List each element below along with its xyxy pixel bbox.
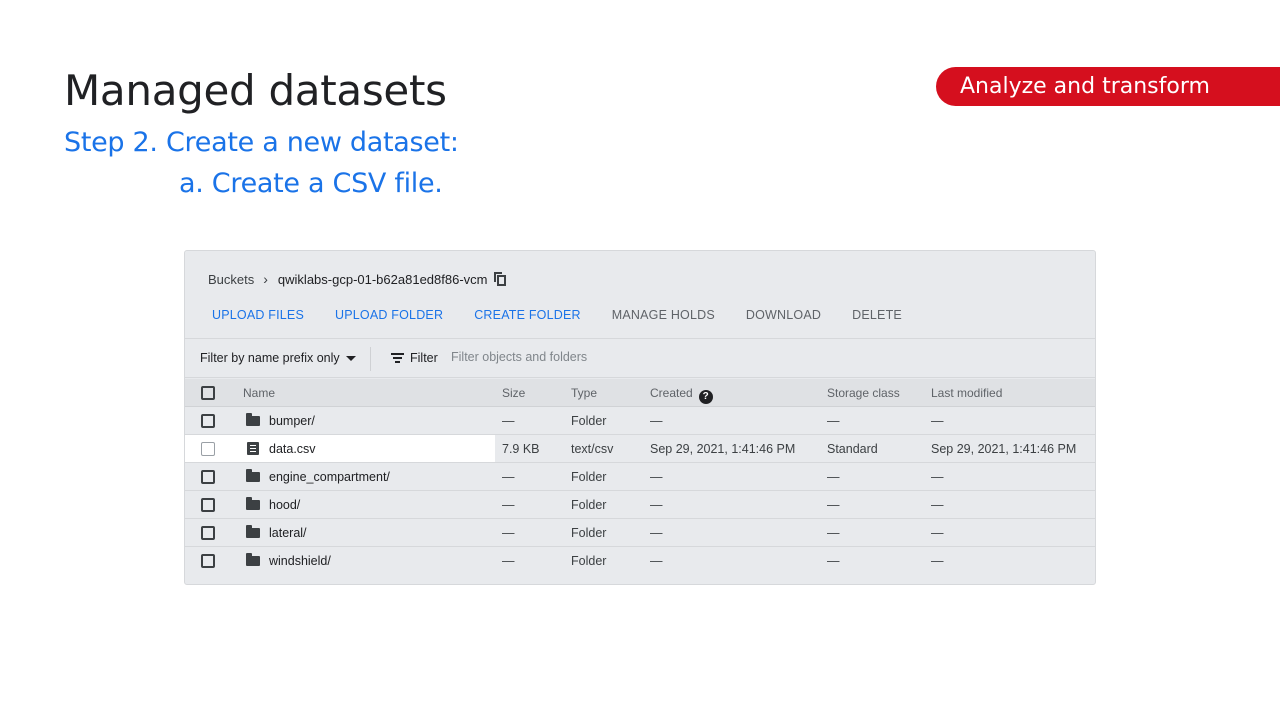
row-type: text/csv — [571, 442, 614, 456]
row-storage-class: — — [827, 470, 840, 484]
row-size: — — [502, 470, 515, 484]
copy-icon[interactable] — [494, 272, 507, 286]
manage-holds-button[interactable]: MANAGE HOLDS — [612, 308, 715, 322]
row-last-modified: — — [931, 554, 944, 568]
row-last-modified: — — [931, 526, 944, 540]
select-all-checkbox[interactable] — [201, 386, 215, 400]
filter-mode-dropdown[interactable]: Filter by name prefix only — [200, 351, 356, 365]
row-storage-class: — — [827, 554, 840, 568]
folder-icon — [246, 413, 260, 426]
row-type: Folder — [571, 470, 607, 484]
row-checkbox[interactable] — [201, 526, 215, 540]
row-created: — — [650, 414, 663, 428]
row-checkbox[interactable] — [201, 498, 215, 512]
row-created: Sep 29, 2021, 1:41:46 PM — [650, 442, 796, 456]
row-size: — — [502, 554, 515, 568]
row-type: Folder — [571, 414, 607, 428]
filter-button[interactable]: Filter — [391, 351, 438, 365]
table-row[interactable]: bumper/ — Folder — — — — [185, 407, 1095, 435]
bucket-name: qwiklabs-gcp-01-b62a81ed8f86-vcm — [277, 271, 488, 287]
row-highlight — [185, 435, 495, 462]
row-name-link[interactable]: windshield/ — [269, 554, 331, 568]
row-last-modified: — — [931, 498, 944, 512]
breadcrumb-buckets-link[interactable]: Buckets — [208, 272, 254, 287]
row-name-link[interactable]: lateral/ — [269, 526, 307, 540]
column-header-last-modified[interactable]: Last modified — [931, 386, 1002, 400]
row-size: — — [502, 498, 515, 512]
row-storage-class: Standard — [827, 442, 878, 456]
folder-icon — [246, 469, 260, 482]
row-created: — — [650, 526, 663, 540]
row-size: 7.9 KB — [502, 442, 540, 456]
row-created: — — [650, 498, 663, 512]
slide-title: Managed datasets — [64, 66, 447, 115]
table-row[interactable]: windshield/ — Folder — — — — [185, 547, 1095, 575]
row-size: — — [502, 414, 515, 428]
folder-icon — [246, 525, 260, 538]
row-last-modified: — — [931, 470, 944, 484]
row-checkbox[interactable] — [201, 414, 215, 428]
row-size: — — [502, 526, 515, 540]
table-row[interactable]: hood/ — Folder — — — — [185, 491, 1095, 519]
table-row[interactable]: lateral/ — Folder — — — — [185, 519, 1095, 547]
column-header-name[interactable]: Name — [243, 386, 275, 400]
step-heading: Step 2. Create a new dataset: — [64, 127, 459, 158]
chevron-right-icon: › — [263, 271, 268, 287]
row-storage-class: — — [827, 498, 840, 512]
row-last-modified: — — [931, 414, 944, 428]
filter-icon — [391, 353, 404, 363]
substep-heading: a. Create a CSV file. — [179, 168, 443, 199]
folder-icon — [246, 553, 260, 566]
upload-files-button[interactable]: UPLOAD FILES — [212, 308, 304, 322]
row-created: — — [650, 470, 663, 484]
table-row[interactable]: engine_compartment/ — Folder — — — — [185, 463, 1095, 491]
row-type: Folder — [571, 498, 607, 512]
bucket-browser-panel: Buckets › qwiklabs-gcp-01-b62a81ed8f86-v… — [184, 250, 1096, 585]
row-name-link[interactable]: hood/ — [269, 498, 300, 512]
column-header-storage-class[interactable]: Storage class — [827, 386, 900, 400]
row-name-link[interactable]: data.csv — [269, 442, 316, 456]
divider — [370, 347, 371, 371]
filter-mode-label: Filter by name prefix only — [200, 351, 340, 365]
row-checkbox[interactable] — [201, 470, 215, 484]
download-button[interactable]: DOWNLOAD — [746, 308, 821, 322]
created-label: Created — [650, 386, 693, 400]
row-name-link[interactable]: engine_compartment/ — [269, 470, 390, 484]
delete-button[interactable]: DELETE — [852, 308, 902, 322]
row-checkbox[interactable] — [201, 554, 215, 568]
filter-button-label: Filter — [410, 351, 438, 365]
help-icon[interactable]: ? — [698, 390, 713, 404]
upload-folder-button[interactable]: UPLOAD FOLDER — [335, 308, 443, 322]
breadcrumb: Buckets › qwiklabs-gcp-01-b62a81ed8f86-v… — [208, 271, 507, 287]
column-header-type[interactable]: Type — [571, 386, 597, 400]
row-name-link[interactable]: bumper/ — [269, 414, 315, 428]
filter-bar: Filter by name prefix only Filter — [185, 338, 1095, 378]
row-storage-class: — — [827, 526, 840, 540]
action-toolbar: UPLOAD FILES UPLOAD FOLDER CREATE FOLDER… — [212, 308, 933, 322]
filter-input[interactable] — [451, 350, 751, 364]
caret-down-icon — [345, 355, 356, 361]
column-header-size[interactable]: Size — [502, 386, 525, 400]
table-row[interactable]: data.csv 7.9 KB text/csv Sep 29, 2021, 1… — [185, 435, 1095, 463]
section-badge: Analyze and transform — [936, 67, 1280, 106]
row-storage-class: — — [827, 414, 840, 428]
column-header-created[interactable]: Created? — [650, 386, 713, 404]
table-header: Name Size Type Created? Storage class La… — [185, 379, 1095, 407]
row-created: — — [650, 554, 663, 568]
folder-icon — [246, 497, 260, 510]
row-type: Folder — [571, 526, 607, 540]
create-folder-button[interactable]: CREATE FOLDER — [474, 308, 581, 322]
row-last-modified: Sep 29, 2021, 1:41:46 PM — [931, 442, 1077, 456]
row-checkbox[interactable] — [201, 442, 215, 456]
row-type: Folder — [571, 554, 607, 568]
file-icon — [247, 442, 259, 455]
